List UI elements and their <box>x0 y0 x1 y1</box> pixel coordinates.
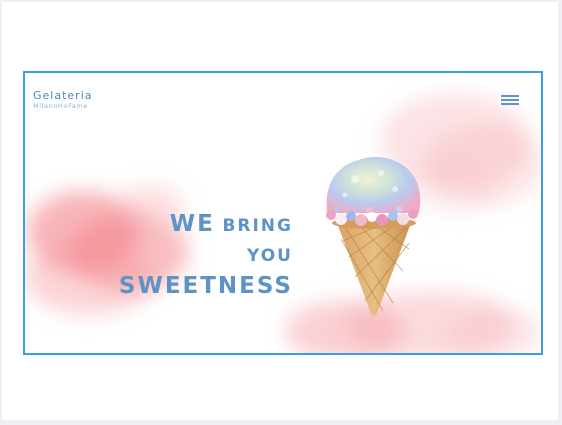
hero-headline: WE BRING YOU SWEETNESS <box>119 209 293 303</box>
brand-name: Gelateria <box>33 89 93 102</box>
headline-bring: BRING <box>222 216 293 236</box>
brand-logo[interactable]: Gelateria MilanoHoFame <box>33 89 93 111</box>
headline-sweetness: SWEETNESS <box>118 273 293 299</box>
hero-frame: Gelateria MilanoHoFame WE BRING YOU SWEE… <box>23 71 543 355</box>
pink-cloud <box>445 308 541 353</box>
hamburger-menu-icon[interactable] <box>501 93 519 107</box>
headline-you: YOU <box>247 246 293 266</box>
brand-tagline: MilanoHoFame <box>33 102 88 110</box>
headline-we: WE <box>169 211 215 237</box>
page-canvas: Gelateria MilanoHoFame WE BRING YOU SWEE… <box>2 2 558 420</box>
ice-cream-cone-image <box>326 156 421 316</box>
